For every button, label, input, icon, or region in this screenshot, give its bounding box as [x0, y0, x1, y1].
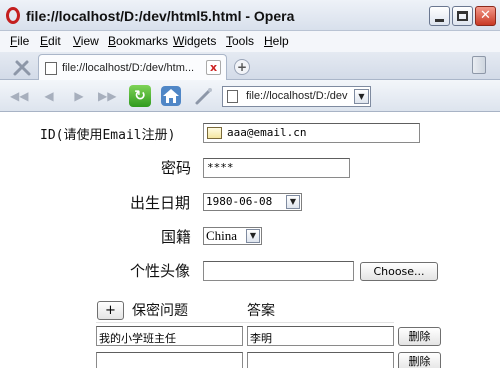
close-window-button[interactable]: ✕	[475, 6, 496, 26]
minimize-button[interactable]	[429, 6, 450, 26]
question-header: 保密问题	[132, 303, 188, 319]
close-icon: ✕	[480, 8, 491, 23]
window-title: file://localhost/D:/dev/html5.html - Ope…	[26, 8, 295, 24]
avatar-label: 个性头像	[130, 262, 191, 280]
answer-input[interactable]: 李明	[247, 326, 394, 346]
question-input[interactable]	[96, 352, 243, 368]
wand-icon[interactable]	[194, 86, 214, 106]
menu-file[interactable]: File	[10, 34, 29, 48]
page-icon	[227, 90, 238, 103]
maximize-button[interactable]	[452, 6, 473, 26]
address-dropdown-icon[interactable]: ▼	[354, 89, 369, 104]
country-label: 国籍	[161, 228, 192, 246]
rewind-icon[interactable]: ◀◀	[10, 88, 28, 104]
tools-icon[interactable]	[12, 59, 32, 77]
menu-view[interactable]: View	[73, 34, 99, 48]
add-question-button[interactable]: +	[97, 301, 124, 320]
question-value: 我的小学班主任	[99, 332, 176, 345]
choose-file-button[interactable]: Choose...	[360, 262, 438, 281]
birthdate-label: 出生日期	[130, 194, 191, 212]
chevron-down-icon: ▼	[246, 229, 260, 243]
back-icon[interactable]: ◀	[40, 88, 58, 104]
tab-close-button[interactable]: x	[206, 60, 221, 75]
answer-header: 答案	[247, 303, 275, 319]
fast-forward-icon[interactable]: ▶▶	[98, 88, 116, 104]
address-text: file://localhost/D:/dev	[246, 90, 348, 102]
title-bar: file://localhost/D:/dev/html5.html - Ope…	[0, 0, 500, 31]
email-icon	[207, 127, 222, 139]
avatar-file-field[interactable]	[203, 261, 354, 281]
maximize-icon	[457, 11, 468, 21]
email-field[interactable]: aaa@email.cn	[203, 123, 420, 143]
trash-icon[interactable]	[472, 56, 486, 74]
tab-active[interactable]: file://localhost/D:/dev/htm... x	[38, 54, 227, 80]
minimize-icon	[435, 19, 444, 22]
menu-help[interactable]: Help	[264, 34, 289, 48]
delete-button[interactable]: 删除	[398, 327, 441, 346]
tab-title: file://localhost/D:/dev/htm...	[62, 62, 195, 74]
home-icon[interactable]	[160, 85, 182, 107]
menu-bookmarks[interactable]: Bookmarks	[108, 34, 168, 48]
id-label: ID(请使用Email注册)	[40, 128, 176, 143]
menu-edit[interactable]: Edit	[40, 34, 61, 48]
header-divider	[96, 322, 394, 323]
new-tab-button[interactable]: +	[234, 59, 250, 75]
answer-input[interactable]	[247, 352, 394, 368]
password-field[interactable]: ****	[203, 158, 350, 178]
answer-value: 李明	[250, 332, 272, 345]
delete-button[interactable]: 删除	[398, 352, 441, 368]
page-icon	[45, 62, 57, 75]
menu-tools[interactable]: Tools	[226, 34, 254, 48]
password-label: 密码	[161, 159, 192, 177]
opera-logo-icon	[6, 7, 20, 24]
email-value: aaa@email.cn	[227, 126, 307, 139]
password-value: ****	[207, 161, 234, 174]
birthdate-select[interactable]: 1980-06-08 ▼	[203, 193, 302, 211]
country-value: China	[206, 228, 238, 243]
menu-widgets[interactable]: Widgets	[173, 34, 216, 48]
country-select[interactable]: China ▼	[203, 227, 262, 245]
menu-bar: File Edit View Bookmarks Widgets Tools H…	[0, 31, 500, 52]
address-bar[interactable]: file://localhost/D:/dev ▼	[222, 86, 371, 107]
reload-icon[interactable]: ↻	[129, 85, 151, 107]
forward-icon[interactable]: ▶	[70, 88, 88, 104]
birthdate-value: 1980-06-08	[206, 195, 273, 208]
chevron-down-icon: ▼	[286, 195, 300, 209]
question-input[interactable]: 我的小学班主任	[96, 326, 243, 346]
